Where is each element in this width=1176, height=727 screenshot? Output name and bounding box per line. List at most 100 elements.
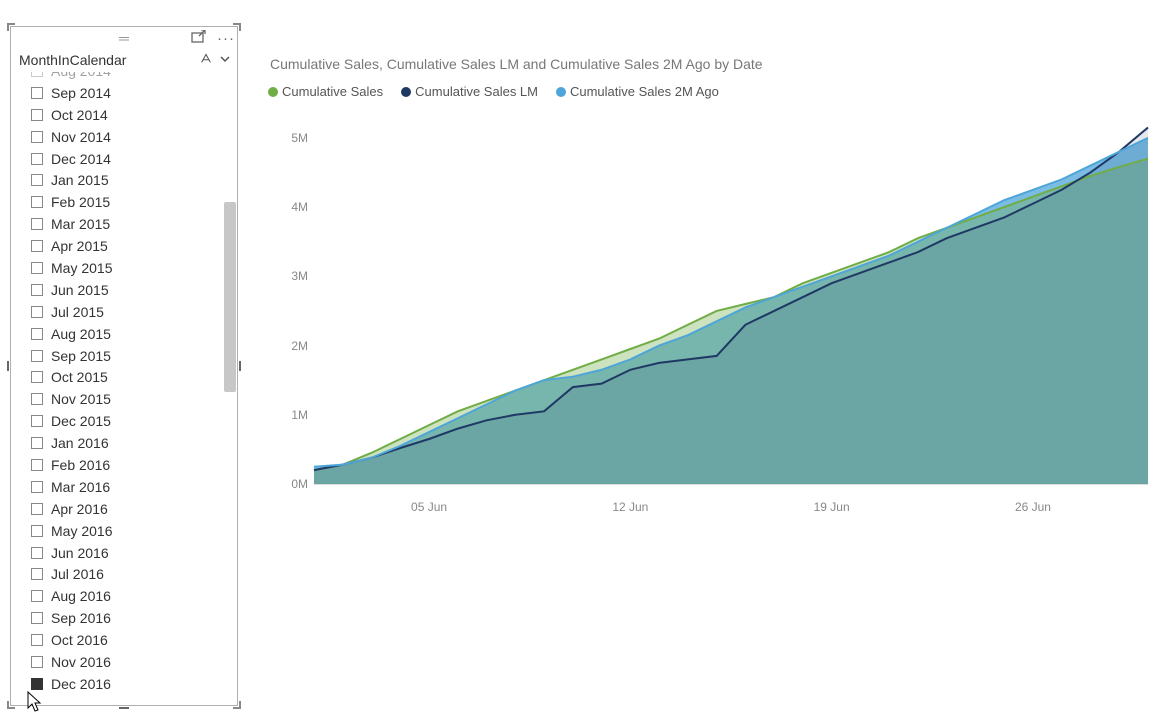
slicer-item[interactable]: Oct 2015 — [31, 366, 237, 388]
checkbox[interactable] — [31, 634, 43, 646]
slicer-item-label: Apr 2016 — [51, 501, 108, 517]
slicer-item[interactable]: Jan 2015 — [31, 169, 237, 191]
x-axis-tick: 19 Jun — [814, 500, 850, 514]
slicer-item[interactable]: Sep 2016 — [31, 607, 237, 629]
slicer-item[interactable]: Nov 2016 — [31, 651, 237, 673]
scrollbar-track[interactable] — [223, 72, 237, 702]
resize-handle[interactable] — [239, 361, 241, 371]
checkbox[interactable] — [31, 350, 43, 362]
scrollbar-thumb[interactable] — [224, 202, 236, 392]
slicer-item[interactable]: Oct 2016 — [31, 629, 237, 651]
slicer-item-label: Feb 2015 — [51, 194, 110, 210]
slicer-item-label: Dec 2015 — [51, 413, 111, 429]
checkbox[interactable] — [31, 328, 43, 340]
checkbox[interactable] — [31, 371, 43, 383]
x-axis-tick: 12 Jun — [612, 500, 648, 514]
legend-swatch — [401, 87, 411, 97]
slicer-item-label: Jul 2016 — [51, 566, 104, 582]
slicer-item[interactable]: Jun 2016 — [31, 542, 237, 564]
slicer-item-label: Nov 2015 — [51, 391, 111, 407]
focus-mode-icon[interactable] — [191, 30, 207, 46]
slicer-item[interactable]: Aug 2016 — [31, 585, 237, 607]
slicer-item[interactable]: Feb 2016 — [31, 454, 237, 476]
checkbox[interactable] — [31, 590, 43, 602]
checkbox[interactable] — [31, 306, 43, 318]
slicer-item-label: Nov 2016 — [51, 654, 111, 670]
checkbox[interactable] — [31, 240, 43, 252]
checkbox[interactable] — [31, 153, 43, 165]
resize-handle[interactable] — [7, 361, 9, 371]
drag-handle-icon[interactable]: ═ — [119, 31, 129, 45]
resize-handle[interactable] — [239, 23, 241, 31]
clear-selection-icon[interactable] — [199, 51, 213, 68]
checkbox[interactable] — [31, 218, 43, 230]
checkbox[interactable] — [31, 393, 43, 405]
slicer-item[interactable]: Oct 2014 — [31, 104, 237, 126]
checkbox[interactable] — [31, 656, 43, 668]
slicer-item[interactable]: Nov 2015 — [31, 388, 237, 410]
y-axis-tick: 5M — [291, 131, 308, 145]
slicer-item-label: Sep 2015 — [51, 348, 111, 364]
slicer-item[interactable]: Jan 2016 — [31, 432, 237, 454]
checkbox[interactable] — [31, 131, 43, 143]
more-options-icon[interactable]: ··· — [217, 30, 233, 46]
slicer-item[interactable]: Dec 2015 — [31, 410, 237, 432]
checkbox[interactable] — [31, 459, 43, 471]
slicer-item[interactable]: Mar 2015 — [31, 213, 237, 235]
checkbox[interactable] — [31, 612, 43, 624]
resize-handle[interactable] — [239, 701, 241, 709]
slicer-item[interactable]: Aug 2015 — [31, 323, 237, 345]
slicer-item[interactable]: Nov 2014 — [31, 126, 237, 148]
chart-plot-area[interactable]: 0M1M2M3M4M5M05 Jun12 Jun19 Jun26 Jun — [258, 104, 1158, 524]
slicer-item-label: Aug 2016 — [51, 588, 111, 604]
checkbox[interactable] — [31, 525, 43, 537]
slicer-item[interactable]: Sep 2014 — [31, 82, 237, 104]
slicer-item[interactable]: Jul 2016 — [31, 563, 237, 585]
slicer-item[interactable]: May 2015 — [31, 257, 237, 279]
slicer-item[interactable]: Jun 2015 — [31, 279, 237, 301]
slicer-list-wrapper: Aug 2014 Sep 2014 Oct 2014 Nov 2014 Dec 2014… — [11, 72, 237, 702]
slicer-item-label: Sep 2016 — [51, 610, 111, 626]
resize-handle[interactable] — [7, 701, 9, 709]
checkbox[interactable] — [31, 481, 43, 493]
legend-item[interactable]: Cumulative Sales — [268, 84, 383, 99]
legend-label: Cumulative Sales LM — [415, 84, 538, 99]
checkbox[interactable] — [31, 437, 43, 449]
checkbox[interactable] — [31, 284, 43, 296]
checkbox[interactable] — [31, 678, 43, 690]
checkbox[interactable] — [31, 196, 43, 208]
slicer-item-label: Jun 2016 — [51, 545, 109, 561]
slicer-item[interactable]: Sep 2015 — [31, 345, 237, 367]
slicer-item[interactable]: Jul 2015 — [31, 301, 237, 323]
checkbox[interactable] — [31, 87, 43, 99]
checkbox[interactable] — [31, 72, 43, 77]
checkbox[interactable] — [31, 503, 43, 515]
checkbox[interactable] — [31, 109, 43, 121]
slicer-item-label: Mar 2015 — [51, 216, 110, 232]
checkbox[interactable] — [31, 262, 43, 274]
resize-handle[interactable] — [7, 23, 9, 31]
resize-handle[interactable] — [119, 707, 129, 709]
slicer-item[interactable]: Apr 2015 — [31, 235, 237, 257]
slicer-item[interactable]: May 2016 — [31, 520, 237, 542]
slicer-item-label: May 2016 — [51, 523, 112, 539]
slicer-item[interactable]: Mar 2016 — [31, 476, 237, 498]
checkbox[interactable] — [31, 547, 43, 559]
slicer-item[interactable]: Apr 2016 — [31, 498, 237, 520]
checkbox[interactable] — [31, 568, 43, 580]
slicer-item[interactable]: Aug 2014 — [31, 72, 237, 82]
chevron-down-icon[interactable] — [219, 52, 231, 68]
x-axis-tick: 26 Jun — [1015, 500, 1051, 514]
slicer-item[interactable]: Dec 2014 — [31, 148, 237, 170]
legend-label: Cumulative Sales 2M Ago — [570, 84, 719, 99]
slicer-item-label: Apr 2015 — [51, 238, 108, 254]
slicer-item-label: Nov 2014 — [51, 129, 111, 145]
slicer-item-label: Dec 2014 — [51, 151, 111, 167]
checkbox[interactable] — [31, 174, 43, 186]
slicer-item[interactable]: Feb 2015 — [31, 191, 237, 213]
checkbox[interactable] — [31, 415, 43, 427]
legend-item[interactable]: Cumulative Sales LM — [401, 84, 538, 99]
slicer-item[interactable]: Dec 2016 — [31, 673, 237, 695]
slicer-item-label: Sep 2014 — [51, 85, 111, 101]
legend-item[interactable]: Cumulative Sales 2M Ago — [556, 84, 719, 99]
